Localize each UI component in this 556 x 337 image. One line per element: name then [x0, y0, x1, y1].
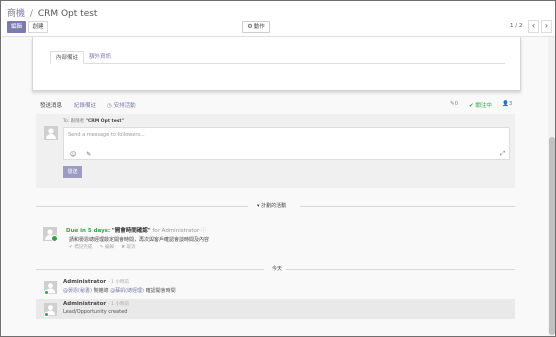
tab-internal-notes[interactable]: 內部備註 [50, 51, 85, 64]
planned-activities-text: 計劃的活動 [261, 203, 287, 209]
author-name: Administrator [63, 301, 107, 307]
mention-link[interactable]: @晏恩(秘書) [63, 288, 92, 294]
pager-previous-button[interactable]: ‹ [528, 20, 539, 33]
recipients-record: "CRM Opt test" [85, 119, 124, 124]
pager-value[interactable]: 1 / 2 [510, 23, 522, 29]
message-text: 幫雜總 [91, 288, 111, 294]
message-body: Lead/Opportunity created [63, 309, 128, 315]
breadcrumb-separator: / [29, 9, 33, 19]
scrollbar[interactable] [548, 37, 555, 336]
activity-type-icon [51, 235, 58, 242]
app-window: 商機 / CRM Opt test 編輯 創建 ⚙動作 1 / 2 ‹ › 內部… [0, 0, 556, 337]
today-label: 今天 [272, 266, 283, 272]
tab-extra-info[interactable]: 額外資訊 [84, 51, 116, 64]
sheet-tabs: 內部備註 額外資訊 [50, 51, 505, 64]
message-composer: To: 跟隨者 "CRM Opt test" Send a message to… [36, 114, 515, 188]
activity-title: "開會時間確認" [111, 228, 151, 234]
composer-tools: ☺ ✎ [70, 151, 91, 158]
pager-next-button[interactable]: › [541, 20, 552, 33]
edit-button[interactable]: 編輯 [7, 21, 26, 33]
followers-button[interactable]: 👤3 [502, 101, 512, 107]
message-input-placeholder: Send a message to followers... [68, 132, 145, 138]
gear-icon: ⚙ [247, 23, 253, 30]
create-button[interactable]: 創建 [28, 21, 48, 33]
form-view: 內部備註 額外資訊 發送消息 紀錄備註 ◷ 安排活動 ✎0 ✔ 關注中 👤3 T… [2, 37, 555, 336]
send-message-tab[interactable]: 發送消息 [40, 101, 62, 109]
planned-activity: Due in 5 days: "開會時間確認" for Administrato… [42, 223, 512, 251]
scrollbar-thumb[interactable] [549, 137, 555, 335]
message-body: @晏恩(秘書) 幫雜總 @蘇凱(總經理) 確認開會時間 [63, 287, 176, 294]
breadcrumb-current: CRM Opt test [37, 9, 98, 19]
cancel-activity-link[interactable]: ✖ 取消 [121, 245, 135, 250]
divider-line [36, 269, 264, 270]
message-item: Administrator - 1 小時前 Lead/Opportunity c… [36, 299, 515, 319]
today-divider: 今天 [36, 265, 515, 273]
message-time: - 1 小時前 [107, 302, 129, 307]
paperclip-icon[interactable]: ✎ [86, 151, 91, 158]
online-status-dot [44, 312, 49, 317]
caret-down-icon: ▾ [257, 203, 260, 209]
log-note-tab[interactable]: 紀錄備註 [74, 101, 96, 109]
activity-note: 請和晏恩總經理敲定開會時間，再次與客戶確認會談時間及內容 [69, 237, 210, 243]
control-panel: 商機 / CRM Opt test 編輯 創建 ⚙動作 1 / 2 ‹ › [2, 2, 555, 37]
message-input[interactable]: Send a message to followers... ☺ ✎ ⤢ [63, 127, 510, 160]
message-author: Administrator - 1 小時前 [63, 279, 129, 285]
activity-actions: ✔ 標記完成 ✎ 編輯 ✖ 取消 [69, 244, 135, 250]
edit-activity-link[interactable]: ✎ 編輯 [100, 245, 114, 250]
user-icon: 👤 [502, 101, 509, 107]
message-author: Administrator - 1 小時前 [63, 301, 129, 307]
planned-activities-label: ▾ 計劃的活動 [257, 202, 286, 209]
attachments-button[interactable]: ✎0 [450, 101, 458, 107]
follow-status: 關注中 [475, 103, 492, 109]
activity-assignee: for Administrator [152, 228, 200, 234]
follow-button[interactable]: ✔ 關注中 [469, 101, 492, 109]
chatter-topbar: 發送消息 紀錄備註 ◷ 安排活動 ✎0 ✔ 關注中 👤3 [36, 100, 516, 112]
schedule-activity-tab[interactable]: ◷ 安排活動 [107, 101, 136, 109]
action-label: 動作 [253, 24, 265, 30]
activity-header: Due in 5 days: "開會時間確認" for Administrato… [66, 226, 206, 234]
message-text: 確認開會時間 [144, 288, 176, 294]
planned-activities-divider[interactable]: ▾ 計劃的活動 [36, 202, 515, 210]
breadcrumb: 商機 / CRM Opt test [7, 6, 97, 19]
form-sheet: 內部備註 額外資訊 [32, 37, 521, 91]
breadcrumb-root-link[interactable]: 商機 [7, 9, 25, 19]
activity-due: Due in 5 days: [66, 228, 111, 234]
info-icon[interactable]: ⓘ [201, 228, 207, 234]
followers-count: 3 [508, 101, 513, 107]
divider-line [300, 206, 515, 207]
action-dropdown-button[interactable]: ⚙動作 [242, 21, 270, 33]
online-status-dot [44, 290, 49, 295]
avatar [44, 126, 58, 140]
emoji-icon[interactable]: ☺ [70, 151, 76, 158]
message-item: Administrator - 1 小時前 @晏恩(秘書) 幫雜總 @蘇凱(總經… [36, 277, 515, 297]
divider-line [286, 269, 515, 270]
message-time: - 1 小時前 [107, 280, 129, 285]
attachments-count: 0 [454, 101, 459, 107]
mark-done-link[interactable]: ✔ 標記完成 [69, 245, 92, 250]
recipients-line: To: 跟隨者 "CRM Opt test" [63, 118, 124, 124]
check-icon: ✔ [469, 103, 474, 109]
author-name: Administrator [63, 279, 107, 285]
send-button[interactable]: 發送 [63, 166, 82, 178]
divider-line [36, 206, 248, 207]
clock-icon: ◷ [107, 103, 112, 109]
expand-icon[interactable]: ⤢ [500, 150, 505, 158]
recipients-prefix: To: 跟隨者 [63, 119, 85, 124]
mention-link[interactable]: @蘇凱(總經理) [110, 288, 144, 294]
schedule-activity-label: 安排活動 [113, 103, 136, 109]
chatter: 發送消息 紀錄備註 ◷ 安排活動 ✎0 ✔ 關注中 👤3 To: 跟隨者 "CR… [32, 97, 521, 336]
